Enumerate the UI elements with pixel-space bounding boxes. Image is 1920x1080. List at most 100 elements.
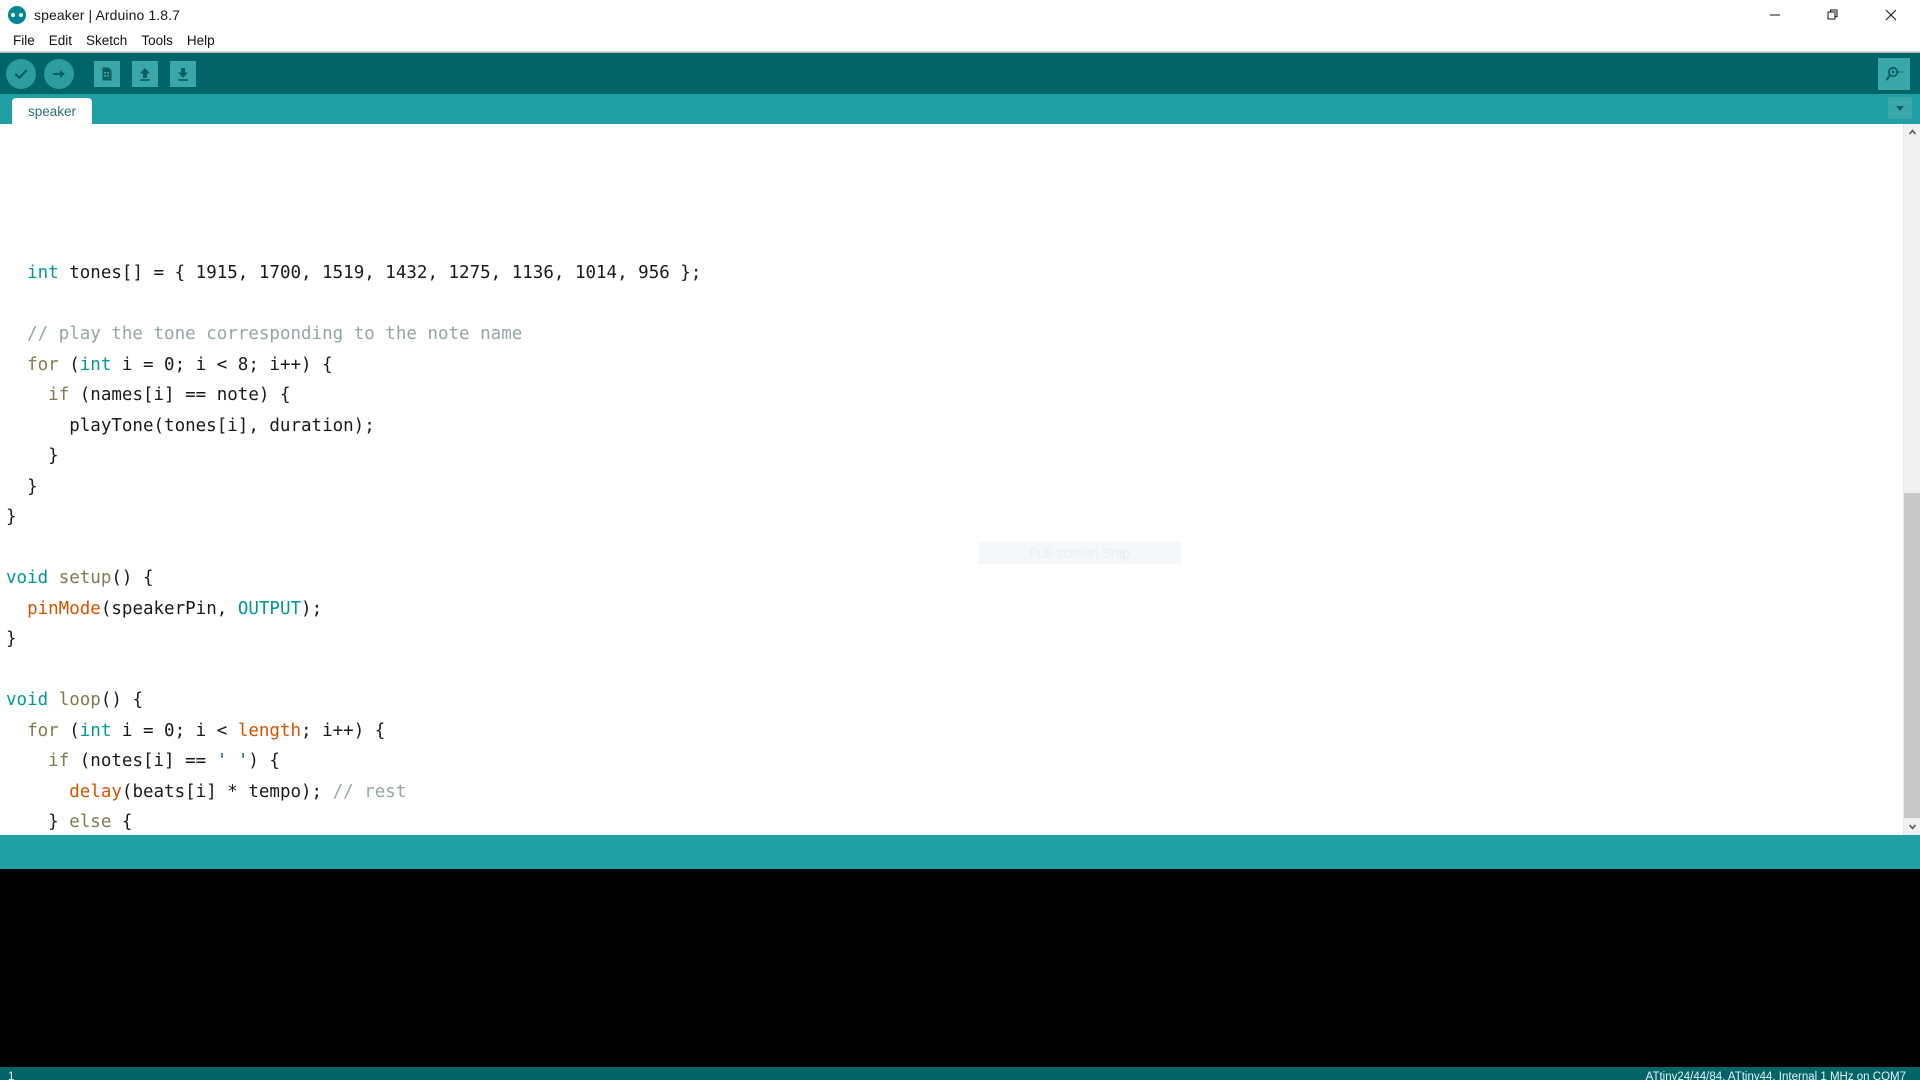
code-line: for (int i = 0; i < length; i++) { xyxy=(6,716,1903,747)
chevron-down-icon xyxy=(1908,824,1916,830)
code-token: } xyxy=(6,507,17,527)
code-line: // play the tone corresponding to the no… xyxy=(6,319,1903,350)
code-lines: int tones[] = { 1915, 1700, 1519, 1432, … xyxy=(6,258,1903,835)
code-token: } xyxy=(6,812,70,832)
code-token: setup xyxy=(58,568,112,588)
code-line: } else { xyxy=(6,807,1903,835)
code-editor[interactable]: char names[] = { 'c', 'd', 'e', 'f', 'g'… xyxy=(0,124,1920,835)
console-header-band xyxy=(0,835,1920,869)
upload-button[interactable] xyxy=(42,57,76,91)
code-token: } xyxy=(6,446,59,466)
code-line: } xyxy=(6,472,1903,503)
tab-speaker[interactable]: speaker xyxy=(12,98,93,124)
code-token: void xyxy=(6,690,49,710)
code-token: ; i++) { xyxy=(301,720,386,741)
window-title: speaker | Arduino 1.8.7 xyxy=(34,7,181,23)
code-token: } xyxy=(6,629,17,649)
magnifier-icon xyxy=(1886,66,1903,80)
save-button[interactable] xyxy=(166,57,200,91)
code-token: tones[] = { 1915, 1700, 1519, 1432, 1275… xyxy=(58,263,702,283)
checkmark-icon xyxy=(6,58,36,89)
minimize-button[interactable] xyxy=(1746,0,1804,30)
new-button[interactable] xyxy=(90,57,124,91)
code-token: int xyxy=(79,720,112,741)
scrollbar-thumb[interactable] xyxy=(1904,493,1920,818)
code-token: if xyxy=(48,751,70,771)
code-token: // play the tone corresponding to the no… xyxy=(27,324,523,344)
scroll-up-button[interactable] xyxy=(1904,124,1920,141)
code-line: playTone(tones[i], duration); xyxy=(6,411,1903,442)
code-token: else xyxy=(69,812,112,832)
code-token: ) { xyxy=(248,751,280,771)
up-arrow-icon xyxy=(132,60,158,87)
window-controls xyxy=(1746,0,1920,30)
code-token: i = 0; i < 8; i++) { xyxy=(111,354,333,375)
scroll-down-button[interactable] xyxy=(1904,818,1920,835)
tab-bar: speaker xyxy=(0,94,1920,124)
code-line: } xyxy=(6,624,1903,655)
code-token: OUTPUT xyxy=(237,598,302,619)
menu-file[interactable]: File xyxy=(6,32,42,49)
code-token: (notes[i] == xyxy=(69,751,217,771)
code-token: ( xyxy=(58,720,80,741)
editor-scrollbar[interactable] xyxy=(1903,124,1920,835)
line-number-indicator: 1 xyxy=(8,1071,15,1080)
serial-monitor-button[interactable] xyxy=(1878,57,1910,90)
code-token: loop xyxy=(58,690,101,710)
chevron-down-icon xyxy=(1896,106,1904,111)
title-bar: speaker | Arduino 1.8.7 xyxy=(0,0,1920,30)
down-arrow-icon xyxy=(170,60,196,87)
tab-menu-button[interactable] xyxy=(1888,97,1912,119)
restore-button[interactable] xyxy=(1804,0,1862,30)
tab-label: speaker xyxy=(28,103,77,119)
code-line: int tones[] = { 1915, 1700, 1519, 1432, … xyxy=(6,258,1903,289)
right-arrow-icon xyxy=(44,58,74,89)
code-token: for xyxy=(27,354,59,375)
code-line: for (int i = 0; i < 8; i++) { xyxy=(6,350,1903,381)
code-token: i = 0; i < xyxy=(111,720,238,741)
scrollbar-track[interactable] xyxy=(1904,141,1920,818)
code-token: int xyxy=(27,263,59,283)
close-button[interactable] xyxy=(1862,0,1920,30)
code-line: if (notes[i] == ' ') { xyxy=(6,746,1903,777)
code-line: delay(beats[i] * tempo); // rest xyxy=(6,777,1903,808)
code-line: } xyxy=(6,502,1903,533)
menu-tools[interactable]: Tools xyxy=(134,32,180,49)
code-token: ' ' xyxy=(216,751,249,771)
verify-button[interactable] xyxy=(4,57,38,91)
code-token: ); xyxy=(301,598,323,619)
menu-sketch[interactable]: Sketch xyxy=(79,32,134,49)
code-content[interactable]: char names[] = { 'c', 'd', 'e', 'f', 'g'… xyxy=(0,124,1903,835)
open-button[interactable] xyxy=(128,57,162,91)
code-token: playTone(tones[i], duration); xyxy=(6,415,375,436)
code-token: // rest xyxy=(332,781,407,802)
code-token: () { xyxy=(111,568,154,588)
code-token: } xyxy=(6,476,38,497)
code-line: if (names[i] == note) { xyxy=(6,380,1903,411)
code-token: if xyxy=(48,385,70,405)
code-token: (names[i] == note) { xyxy=(69,385,291,405)
code-token: int xyxy=(79,354,112,375)
code-token: (beats[i] * tempo); xyxy=(121,781,333,802)
menu-help[interactable]: Help xyxy=(180,32,222,49)
menu-edit[interactable]: Edit xyxy=(42,32,79,49)
code-token: delay xyxy=(69,781,122,802)
code-token: { xyxy=(111,812,133,832)
menu-bar: File Edit Sketch Tools Help xyxy=(0,30,1920,52)
code-token: () { xyxy=(100,690,144,710)
board-info: ATtiny24/44/84, ATtiny44, Internal 1 MHz… xyxy=(1645,1071,1906,1080)
code-line-clipped: char names[] = { 'c', 'd', 'e', 'f', 'g'… xyxy=(6,189,1903,197)
code-line: pinMode(speakerPin, OUTPUT); xyxy=(6,594,1903,625)
